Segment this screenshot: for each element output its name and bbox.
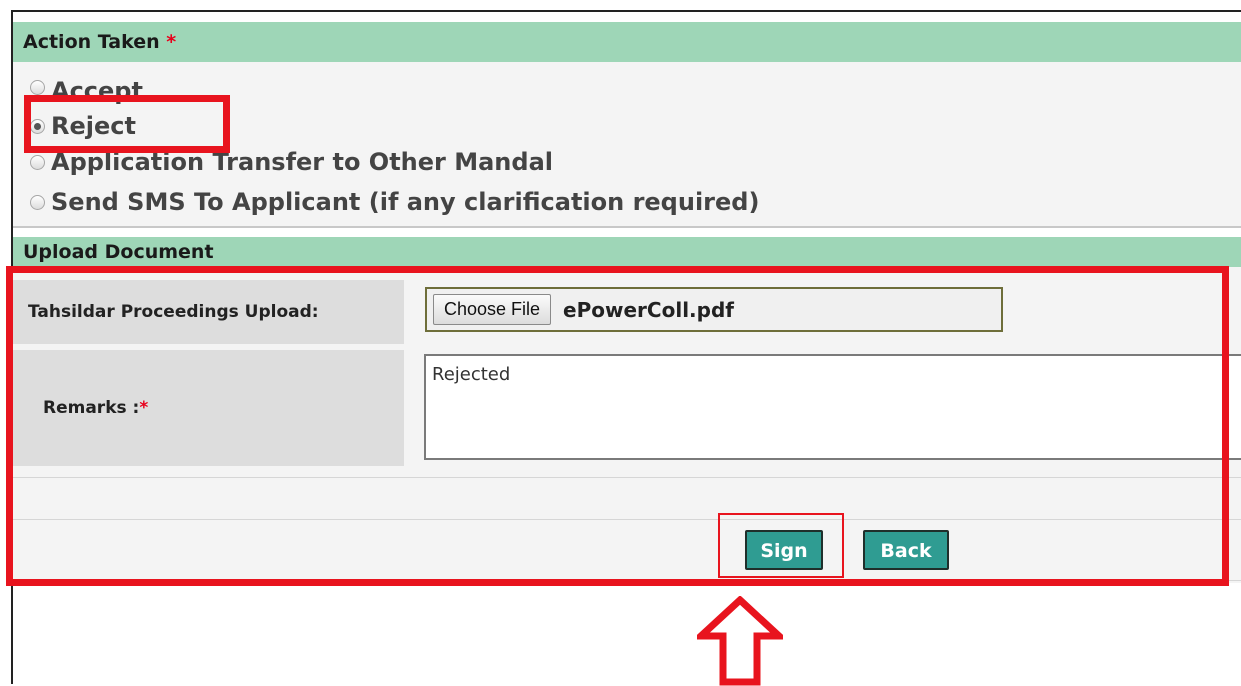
divider (13, 477, 1241, 478)
upload-document-header: Upload Document (13, 237, 1241, 267)
required-mark: * (139, 398, 149, 418)
required-mark: * (166, 31, 177, 53)
tahsildar-upload-label: Tahsildar Proceedings Upload: (13, 280, 404, 344)
action-taken-header: Action Taken * (13, 22, 1241, 62)
remarks-textarea[interactable]: Rejected (424, 354, 1241, 460)
radio-reject-label: Reject (51, 112, 136, 140)
up-arrow-icon (697, 596, 783, 686)
radio-send-sms-label: Send SMS To Applicant (if any clarificat… (51, 188, 760, 216)
radio-button-checked-icon[interactable] (30, 118, 45, 134)
upload-document-title: Upload Document (23, 241, 214, 263)
selected-file-name: ePowerColl.pdf (563, 297, 734, 322)
radio-button-icon[interactable] (30, 79, 45, 95)
radio-transfer-label: Application Transfer to Other Mandal (51, 148, 553, 176)
divider (13, 580, 1241, 581)
action-taken-title: Action Taken (23, 31, 160, 53)
radio-accept[interactable]: Accept (30, 70, 143, 104)
sign-button[interactable]: Sign (745, 530, 823, 570)
remarks-label: Remarks : * (13, 350, 404, 466)
choose-file-button[interactable]: Choose File (433, 294, 552, 325)
divider (13, 519, 1241, 520)
radio-button-icon[interactable] (30, 194, 45, 210)
remarks-label-text: Remarks : (43, 398, 140, 418)
radio-button-icon[interactable] (30, 154, 45, 170)
radio-reject[interactable]: Reject (30, 108, 136, 144)
radio-accept-label: Accept (51, 77, 143, 104)
radio-send-sms[interactable]: Send SMS To Applicant (if any clarificat… (30, 184, 759, 220)
file-upload-input[interactable]: Choose File ePowerColl.pdf (425, 287, 1003, 332)
back-button[interactable]: Back (863, 530, 949, 570)
radio-transfer[interactable]: Application Transfer to Other Mandal (30, 144, 553, 180)
tahsildar-upload-label-text: Tahsildar Proceedings Upload: (28, 302, 319, 322)
